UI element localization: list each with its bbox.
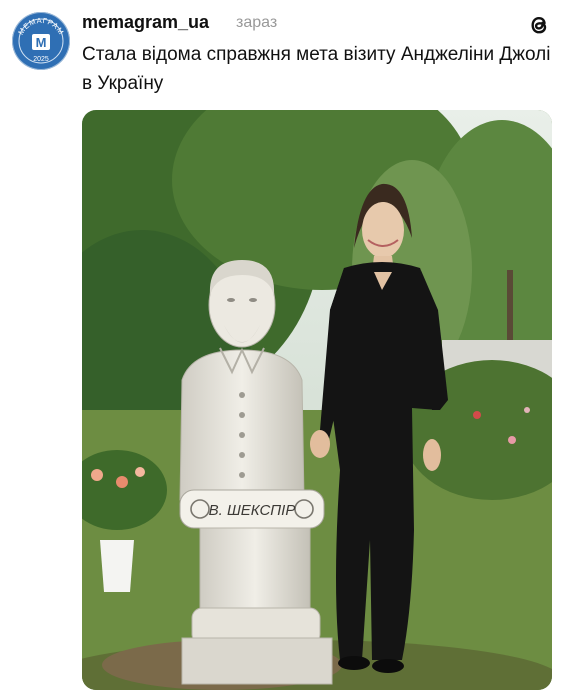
avatar-letter: М	[36, 35, 47, 50]
threads-icon[interactable]	[526, 12, 552, 38]
post-photo[interactable]: В. ШЕКСПІР	[82, 110, 552, 690]
avatar[interactable]: МЕМАГРАМ М 2025	[12, 12, 70, 70]
post-time: зараз	[236, 14, 278, 31]
post-text: Стала відома справжня мета візиту Анджел…	[82, 44, 551, 94]
username[interactable]: memagram_ua	[82, 12, 209, 33]
memagram-logo: МЕМАГРАМ М 2025	[13, 13, 69, 69]
avatar-year: 2025	[33, 56, 49, 63]
statue-plaque: В. ШЕКСПІР	[209, 502, 296, 519]
